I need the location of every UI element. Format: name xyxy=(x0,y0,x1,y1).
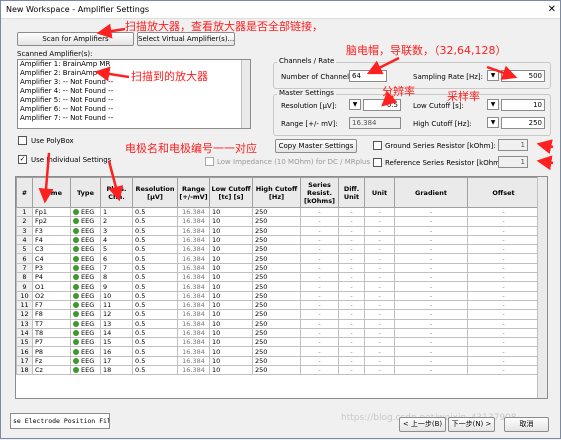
arrow-ground xyxy=(536,139,554,154)
arrow-channels xyxy=(366,56,400,75)
arrow-scanned xyxy=(94,66,130,82)
amplifier-settings-window: New Workspace - Amplifier Settings ✕ Sca… xyxy=(0,0,561,439)
arrow-name-column xyxy=(38,152,54,204)
arrow-resolution xyxy=(381,91,398,107)
annotation-arrows xyxy=(38,23,554,204)
arrow-reference xyxy=(536,155,554,171)
arrow-sampling xyxy=(486,65,518,80)
arrow-scan xyxy=(96,23,126,39)
arrow-phys-chn-column xyxy=(107,160,124,202)
